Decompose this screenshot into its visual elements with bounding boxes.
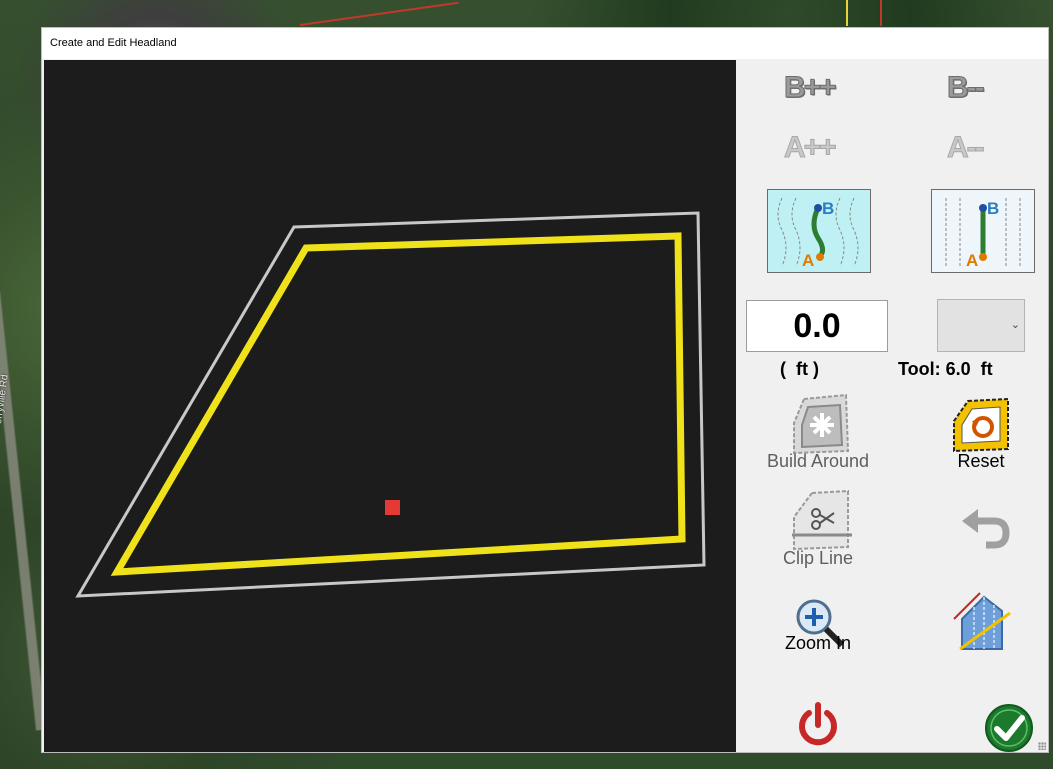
build-around-icon: [793, 393, 850, 455]
a-plus-button[interactable]: A++: [784, 131, 838, 165]
curve-ab-button[interactable]: B A: [767, 189, 871, 273]
svg-text:A: A: [802, 251, 814, 270]
clip-line-button[interactable]: [790, 489, 854, 553]
build-around-button[interactable]: [790, 393, 854, 457]
reset-label: Reset: [957, 451, 1005, 471]
headland-dialog: Create and Edit Headland B++ B-- A++ A--…: [41, 27, 1049, 753]
field-canvas[interactable]: [44, 60, 736, 752]
svg-text:B: B: [987, 199, 999, 218]
undo-button[interactable]: [950, 499, 1014, 563]
chevron-down-icon: ⌄: [1010, 319, 1020, 331]
map-line: [880, 0, 882, 26]
position-marker: [385, 500, 400, 515]
straight-ab-icon: B A: [945, 198, 1021, 270]
side-panel: B++ B-- A++ A-- B A B A 0.0 ⌄ (ft) Too…: [736, 59, 1048, 752]
reset-icon: [953, 397, 1009, 453]
b-minus-button[interactable]: B--: [947, 71, 986, 105]
unit-label: ( ft ): [780, 359, 819, 379]
map-line: [846, 0, 848, 26]
curve-ab-icon: B A: [777, 197, 859, 270]
tool-select[interactable]: ⌄: [937, 299, 1025, 352]
a-minus-button[interactable]: A--: [947, 131, 986, 165]
title-bar: Create and Edit Headland: [42, 28, 1048, 59]
headland-lines-icon: [953, 592, 1011, 651]
close-button[interactable]: [794, 701, 842, 749]
field-boundary: [75, 211, 706, 598]
tool-width-label: Tool: 6.0 ft: [898, 359, 993, 379]
svg-text:A: A: [966, 251, 978, 270]
reset-button[interactable]: [950, 393, 1014, 457]
build-around-label: Build Around: [766, 451, 870, 471]
ok-check-icon: [985, 704, 1033, 752]
b-plus-button[interactable]: B++: [784, 71, 838, 105]
headland-line: [110, 232, 686, 576]
ok-button[interactable]: [984, 703, 1034, 753]
window-title: Create and Edit Headland: [50, 37, 177, 49]
zoom-in-label: Zoom In: [784, 633, 852, 653]
resize-grip[interactable]: [1038, 742, 1046, 750]
straight-ab-button[interactable]: B A: [931, 189, 1035, 273]
undo-icon: [962, 509, 1010, 549]
offset-input[interactable]: 0.0: [746, 300, 888, 352]
headland-lines-button[interactable]: [950, 589, 1014, 653]
power-icon: [799, 702, 837, 746]
clip-line-icon: [792, 489, 852, 551]
clip-line-label: Clip Line: [782, 548, 854, 568]
svg-text:B: B: [822, 199, 834, 218]
